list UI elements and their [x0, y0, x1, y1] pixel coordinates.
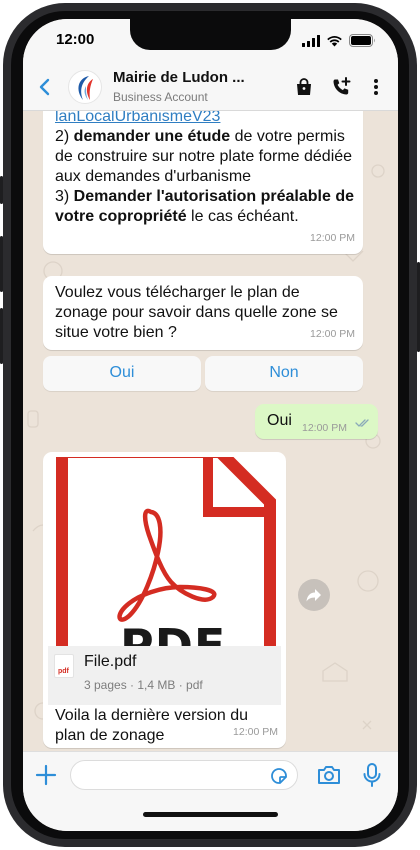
pdf-preview[interactable]: PDF: [48, 457, 281, 646]
message-bubble-question[interactable]: Voulez vous télécharger le plan de zonag…: [43, 276, 363, 350]
quick-reply-non-button[interactable]: Non: [205, 356, 363, 391]
mairie-logo: [78, 76, 93, 100]
pdf-file-small-icon: pdf: [54, 654, 74, 678]
avatar[interactable]: [68, 70, 102, 104]
pdf-file-icon: [56, 457, 276, 646]
pdf-small-label: pdf: [58, 668, 69, 675]
notch: [130, 19, 291, 50]
message-timestamp: 12:00 PM: [302, 422, 347, 434]
wifi-icon: [327, 35, 342, 46]
status-time: 12:00: [56, 31, 95, 48]
camera-icon[interactable]: [316, 763, 342, 787]
sticker-icon[interactable]: [269, 766, 289, 786]
microphone-icon[interactable]: [361, 761, 383, 789]
message-composer: [23, 751, 398, 831]
more-vertical-icon[interactable]: [365, 76, 387, 98]
forward-icon: [306, 589, 321, 602]
step2-bold: demander une étude: [73, 128, 231, 145]
phone-screen: 12:00 Mairie de Ludon ... Business Accou…: [23, 19, 398, 831]
plus-icon[interactable]: [34, 763, 58, 787]
message-bubble-document[interactable]: PDF pdf File.pdf 3 pages · 1,4 MB · pdf …: [43, 452, 286, 748]
quick-reply-oui-button[interactable]: Oui: [43, 356, 201, 391]
volume-up-button: [0, 236, 3, 292]
plu-link[interactable]: lanLocalUrbanismeV23: [55, 111, 355, 127]
volume-down-button: [0, 308, 3, 364]
add-call-icon[interactable]: [330, 76, 352, 98]
step3-text: le cas échéant.: [186, 208, 299, 225]
cellular-signal-icon: [302, 34, 320, 47]
message-timestamp: 12:00 PM: [310, 328, 355, 340]
pdf-preview-label: PDF: [120, 619, 227, 646]
file-meta: 3 pages · 1,4 MB · pdf: [84, 678, 203, 692]
message-text-question: Voulez vous télécharger le plan de zonag…: [55, 284, 338, 341]
step2-number: 2): [55, 128, 74, 145]
step3-number: 3): [55, 188, 74, 205]
chevron-left-icon[interactable]: [35, 75, 55, 99]
chat-area[interactable]: lanLocalUrbanismeV23 2) demander une étu…: [23, 111, 398, 751]
shopping-bag-icon[interactable]: [293, 76, 315, 98]
mute-switch: [0, 176, 3, 204]
business-account-label: Business Account: [113, 90, 208, 104]
home-indicator[interactable]: [143, 812, 278, 817]
status-icons: [302, 34, 376, 47]
forward-button[interactable]: [298, 579, 330, 611]
file-info-bar[interactable]: pdf File.pdf 3 pages · 1,4 MB · pdf: [48, 646, 281, 705]
message-bubble-steps[interactable]: lanLocalUrbanismeV23 2) demander une étu…: [43, 111, 363, 254]
message-text-steps: lanLocalUrbanismeV23 2) demander une étu…: [55, 111, 355, 227]
message-text-outgoing: Oui: [267, 412, 292, 429]
message-timestamp: 12:00 PM: [310, 232, 355, 244]
message-timestamp: 12:00 PM: [233, 726, 278, 738]
message-input[interactable]: [70, 760, 298, 790]
file-name: File.pdf: [84, 653, 137, 670]
message-bubble-outgoing[interactable]: Oui 12:00 PM: [255, 404, 378, 439]
status-bar: 12:00: [23, 19, 398, 63]
read-receipt-icon: [355, 419, 369, 427]
contact-name[interactable]: Mairie de Ludon ...: [113, 69, 245, 86]
chat-header: Mairie de Ludon ... Business Account: [23, 63, 398, 111]
battery-icon: [349, 34, 375, 47]
